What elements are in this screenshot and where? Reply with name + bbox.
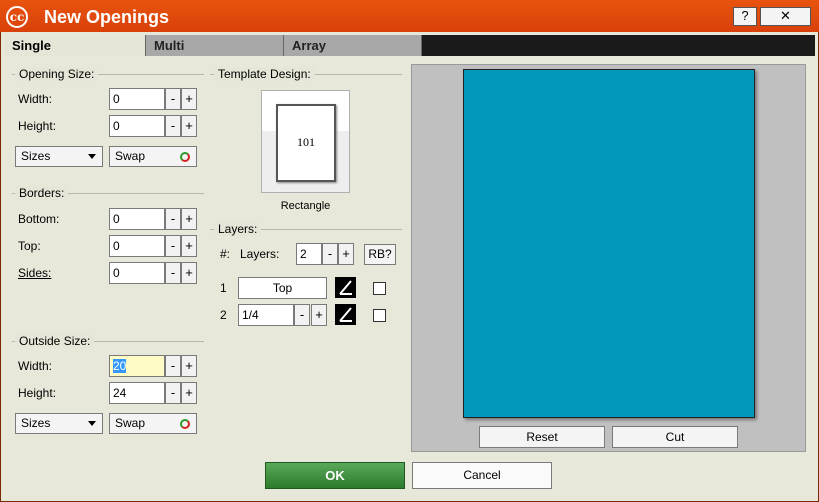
layers-count-decrement[interactable]: - xyxy=(322,243,338,265)
outside-height-increment[interactable]: + xyxy=(181,382,197,404)
outside-sizes-label: Sizes xyxy=(21,416,51,430)
border-sides-increment[interactable]: + xyxy=(181,262,197,284)
opening-size-title: Opening Size: xyxy=(15,67,99,81)
border-bottom-label: Bottom: xyxy=(18,212,60,226)
border-sides-decrement[interactable]: - xyxy=(165,262,181,284)
opening-width-decrement[interactable]: - xyxy=(165,88,181,110)
outside-sizes-dropdown[interactable]: Sizes xyxy=(15,413,103,434)
layer-2-increment[interactable]: + xyxy=(311,304,327,326)
opening-height-increment[interactable]: + xyxy=(181,115,197,137)
layer-index: 2 xyxy=(220,308,227,322)
layer-1-checkbox[interactable] xyxy=(373,282,386,295)
outside-height-decrement[interactable]: - xyxy=(165,382,181,404)
rb-button[interactable]: RB? xyxy=(364,244,396,265)
outside-width-increment[interactable]: + xyxy=(181,355,197,377)
outside-width-field[interactable]: 20 xyxy=(109,355,165,377)
layer-1-corner-button[interactable] xyxy=(335,277,356,298)
border-sides-label[interactable]: Sides: xyxy=(18,265,51,281)
border-top-increment[interactable]: + xyxy=(181,235,197,257)
opening-width-label: Width: xyxy=(18,92,53,106)
outside-swap-label: Swap xyxy=(115,416,146,430)
opening-height-decrement[interactable]: - xyxy=(165,115,181,137)
template-number: 101 xyxy=(297,135,315,149)
border-top-field[interactable]: 0 xyxy=(109,235,165,257)
close-button[interactable]: ✕ xyxy=(760,7,811,26)
layers-count-field[interactable]: 2 xyxy=(296,243,322,265)
tab-multi[interactable]: Multi xyxy=(146,35,284,56)
template-design-title: Template Design: xyxy=(214,67,315,81)
outside-width-label: Width: xyxy=(18,359,53,373)
help-button[interactable]: ? xyxy=(733,7,757,26)
border-top-label: Top: xyxy=(18,239,41,253)
window-title: New Openings xyxy=(44,7,170,27)
opening-width-increment[interactable]: + xyxy=(181,88,197,110)
layer-2-checkbox[interactable] xyxy=(373,309,386,322)
opening-sizes-dropdown[interactable]: Sizes xyxy=(15,146,103,167)
chevron-down-icon xyxy=(88,421,96,426)
border-bottom-decrement[interactable]: - xyxy=(165,208,181,230)
layer-2-decrement[interactable]: - xyxy=(294,304,310,326)
border-top-decrement[interactable]: - xyxy=(165,235,181,257)
layer-2-corner-button[interactable] xyxy=(335,304,356,325)
swap-icon xyxy=(180,419,190,429)
outside-height-label: Height: xyxy=(18,386,57,400)
layer-index: 1 xyxy=(220,281,227,295)
opening-height-field[interactable]: 0 xyxy=(109,115,165,137)
outside-size-title: Outside Size: xyxy=(15,334,95,348)
angle-icon xyxy=(339,280,352,295)
ok-button[interactable]: OK xyxy=(265,462,405,489)
opening-width-field[interactable]: 0 xyxy=(109,88,165,110)
cut-button[interactable]: Cut xyxy=(612,426,738,448)
opening-swap-label: Swap xyxy=(115,149,146,163)
layers-count-increment[interactable]: + xyxy=(338,243,354,265)
opening-height-label: Height: xyxy=(18,119,57,133)
swap-icon xyxy=(180,152,190,162)
layer-2-value-field[interactable]: 1/4 xyxy=(238,304,294,326)
reset-button[interactable]: Reset xyxy=(479,426,605,448)
angle-icon xyxy=(339,307,352,322)
layers-count-prefix: #: xyxy=(220,247,231,261)
preview-opening xyxy=(463,69,755,418)
outside-width-value: 20 xyxy=(113,359,127,373)
outside-width-decrement[interactable]: - xyxy=(165,355,181,377)
opening-sizes-label: Sizes xyxy=(21,149,51,163)
cancel-button[interactable]: Cancel xyxy=(412,462,552,489)
tab-array[interactable]: Array xyxy=(284,35,422,56)
borders-title: Borders: xyxy=(15,186,69,200)
border-sides-field[interactable]: 0 xyxy=(109,262,165,284)
outside-height-field[interactable]: 24 xyxy=(109,382,165,404)
layers-count-label: Layers: xyxy=(240,247,280,261)
layer-1-value-field[interactable]: Top xyxy=(238,277,327,299)
chevron-down-icon xyxy=(88,154,96,159)
opening-swap-button[interactable]: Swap xyxy=(109,146,197,167)
app-logo-icon: cc xyxy=(6,6,28,28)
tab-single[interactable]: Single xyxy=(4,35,146,56)
outside-swap-button[interactable]: Swap xyxy=(109,413,197,434)
template-name: Rectangle xyxy=(280,200,331,212)
layers-title: Layers: xyxy=(214,222,262,236)
border-bottom-increment[interactable]: + xyxy=(181,208,197,230)
border-bottom-field[interactable]: 0 xyxy=(109,208,165,230)
